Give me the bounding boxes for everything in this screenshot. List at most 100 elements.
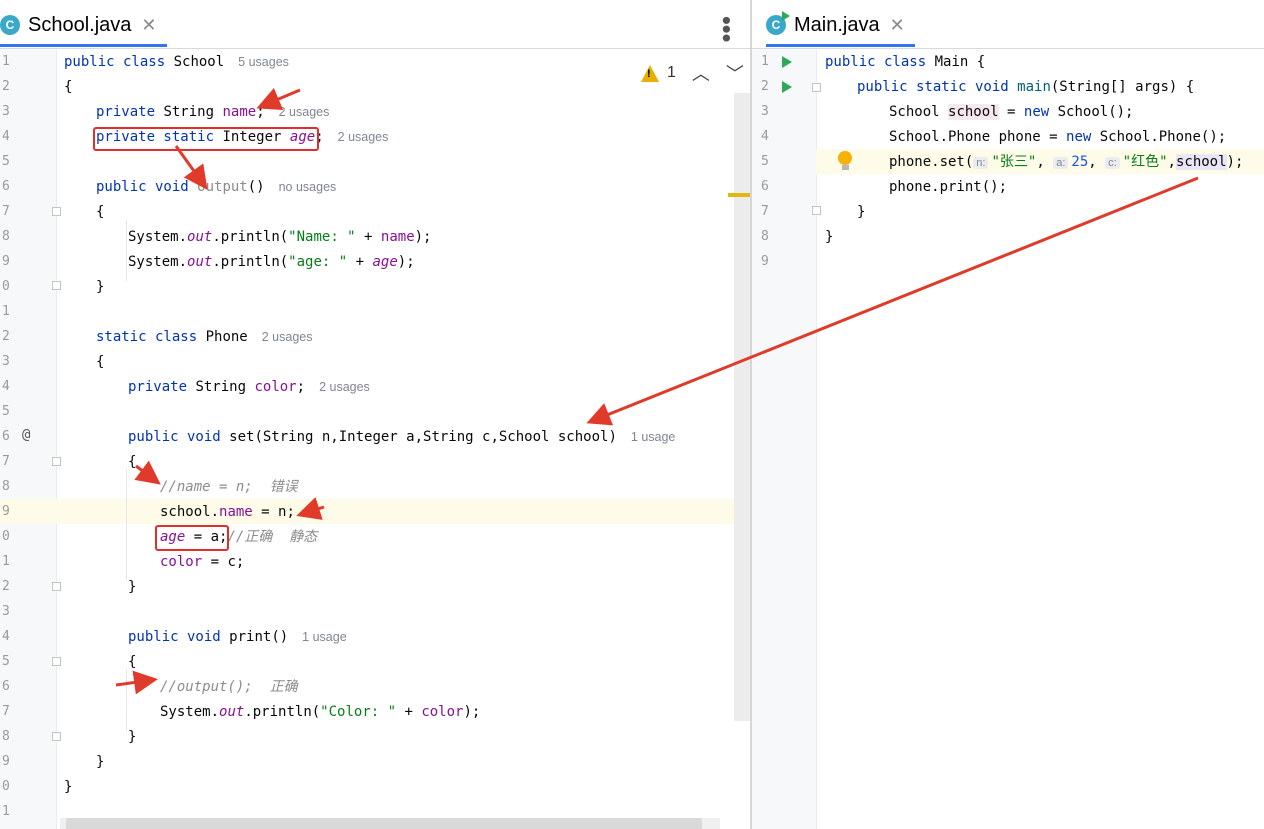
line-number[interactable]: 9: [2, 504, 10, 519]
line-number[interactable]: 9: [2, 254, 10, 269]
line-number[interactable]: 2: [2, 79, 10, 94]
line-number[interactable]: 3: [2, 104, 10, 119]
main-editor[interactable]: 1 2 3 4 5 6 7 8 9 public class Main { public sta…: [752, 49, 1264, 829]
indent-guide: [126, 469, 127, 581]
code-line: public static void main(String[] args) {: [857, 79, 1195, 95]
line-number[interactable]: 0: [2, 279, 10, 294]
fold-icon[interactable]: [52, 281, 61, 290]
line-number[interactable]: 8: [761, 229, 769, 244]
java-class-icon: C: [0, 15, 20, 35]
line-number[interactable]: 1: [2, 304, 10, 319]
code-line: color = c;: [160, 554, 245, 570]
line-number[interactable]: 6: [2, 679, 10, 694]
line-number[interactable]: 9: [761, 254, 769, 269]
code-line: {: [128, 454, 137, 470]
annotation-box: [93, 127, 319, 151]
fold-icon[interactable]: [52, 457, 61, 466]
code-line: public class Main {: [825, 54, 986, 70]
line-number[interactable]: 4: [2, 629, 10, 644]
line-number[interactable]: 1: [2, 554, 10, 569]
line-number[interactable]: 4: [761, 129, 769, 144]
usage-hint[interactable]: 1 usage: [302, 630, 346, 644]
run-icon[interactable]: [782, 81, 792, 93]
next-highlight-icon[interactable]: ﹀: [726, 60, 744, 86]
line-number[interactable]: 9: [2, 754, 10, 769]
line-number[interactable]: 5: [761, 154, 769, 169]
inspection-widget[interactable]: ! 1 ︿ ﹀: [641, 60, 744, 86]
code-line: School.Phone phone = new School.Phone();: [889, 129, 1227, 145]
usage-hint[interactable]: 2 usages: [338, 130, 389, 144]
line-number[interactable]: 6: [761, 179, 769, 194]
warning-stripe-marker[interactable]: [728, 193, 750, 197]
tab-school-java[interactable]: C School.java ✕: [0, 6, 167, 47]
usage-hint[interactable]: 2 usages: [319, 380, 370, 394]
line-number[interactable]: 2: [2, 579, 10, 594]
usage-hint[interactable]: 5 usages: [238, 55, 289, 69]
school-editor[interactable]: 1 2 3 4 5 6 7 8 9 0 1 2 3 4 5 6 7 8 9 0 1 2 3 4 5 6 7 8 9 0 1 @ public…: [0, 49, 750, 829]
line-number[interactable]: 0: [2, 779, 10, 794]
code-line: System.out.println("Name: " + name);: [128, 229, 432, 245]
line-number[interactable]: 4: [2, 129, 10, 144]
line-number[interactable]: 7: [761, 204, 769, 219]
fold-icon[interactable]: [812, 83, 821, 92]
code-line: private String color; 2 usages: [128, 379, 370, 395]
line-number[interactable]: 8: [2, 729, 10, 744]
code-line: public void set(String n,Integer a,Strin…: [128, 429, 676, 445]
usage-hint[interactable]: 2 usages: [262, 330, 313, 344]
warning-icon: !: [641, 64, 659, 82]
tab-main-java[interactable]: C Main.java ✕: [766, 6, 915, 47]
fold-icon[interactable]: [52, 732, 61, 741]
current-line-highlight: [0, 499, 734, 524]
line-number[interactable]: 8: [2, 229, 10, 244]
close-icon[interactable]: ✕: [141, 15, 156, 36]
line-number[interactable]: 0: [2, 529, 10, 544]
param-hint: a:: [1053, 157, 1069, 169]
line-number[interactable]: 1: [2, 54, 10, 69]
line-number[interactable]: 7: [2, 204, 10, 219]
line-number[interactable]: 1: [761, 54, 769, 69]
usage-hint[interactable]: 1 usage: [631, 430, 675, 444]
code-line: public void output() no usages: [96, 179, 337, 195]
line-number[interactable]: 2: [761, 79, 769, 94]
tab-label: School.java: [28, 13, 132, 36]
java-class-icon: C: [766, 11, 790, 35]
run-icon[interactable]: [782, 56, 792, 68]
line-number[interactable]: 5: [2, 654, 10, 669]
fold-icon[interactable]: [52, 582, 61, 591]
vertical-scrollbar[interactable]: [734, 93, 750, 721]
line-number[interactable]: 7: [2, 704, 10, 719]
usage-hint[interactable]: 2 usages: [279, 105, 330, 119]
more-options-icon[interactable]: •••: [714, 14, 738, 40]
line-number[interactable]: 3: [2, 604, 10, 619]
line-number[interactable]: 6: [2, 179, 10, 194]
line-number[interactable]: 5: [2, 404, 10, 419]
code-line: {: [128, 654, 137, 670]
lightbulb-base: [842, 165, 849, 170]
code-line: public void print() 1 usage: [128, 629, 347, 645]
horizontal-scrollbar[interactable]: [66, 818, 702, 829]
fold-icon[interactable]: [52, 657, 61, 666]
override-at-icon[interactable]: @: [22, 427, 30, 443]
right-editor-pane: C Main.java ✕ 1 2 3 4 5 6 7 8 9 public class Mai…: [752, 0, 1264, 829]
fold-icon[interactable]: [812, 206, 821, 215]
code-comment: //output(); 正确: [160, 679, 298, 695]
line-number[interactable]: 2: [2, 329, 10, 344]
previous-highlight-icon[interactable]: ︿: [692, 60, 710, 86]
line-number[interactable]: 5: [2, 154, 10, 169]
line-number[interactable]: 3: [2, 354, 10, 369]
usage-hint[interactable]: no usages: [279, 180, 337, 194]
line-number[interactable]: 3: [761, 104, 769, 119]
line-number[interactable]: 7: [2, 454, 10, 469]
param-hint: n:: [973, 157, 989, 169]
line-number[interactable]: 8: [2, 479, 10, 494]
close-icon[interactable]: ✕: [890, 15, 905, 36]
line-number[interactable]: 1: [2, 804, 10, 819]
code-line: phone.set(n: "张三", a: 25, c: "红色",school);: [889, 154, 1244, 170]
fold-icon[interactable]: [52, 207, 61, 216]
line-number[interactable]: 4: [2, 379, 10, 394]
code-line: {: [96, 204, 105, 220]
line-number[interactable]: 6: [2, 429, 10, 444]
code-line: }: [857, 204, 866, 220]
lightbulb-icon[interactable]: [838, 151, 852, 165]
left-editor-pane: C School.java ✕ ••• 1 2 3 4 5 6 7 8 9 0 1 2 3 4 5 6 7 8 9 0…: [0, 0, 750, 829]
